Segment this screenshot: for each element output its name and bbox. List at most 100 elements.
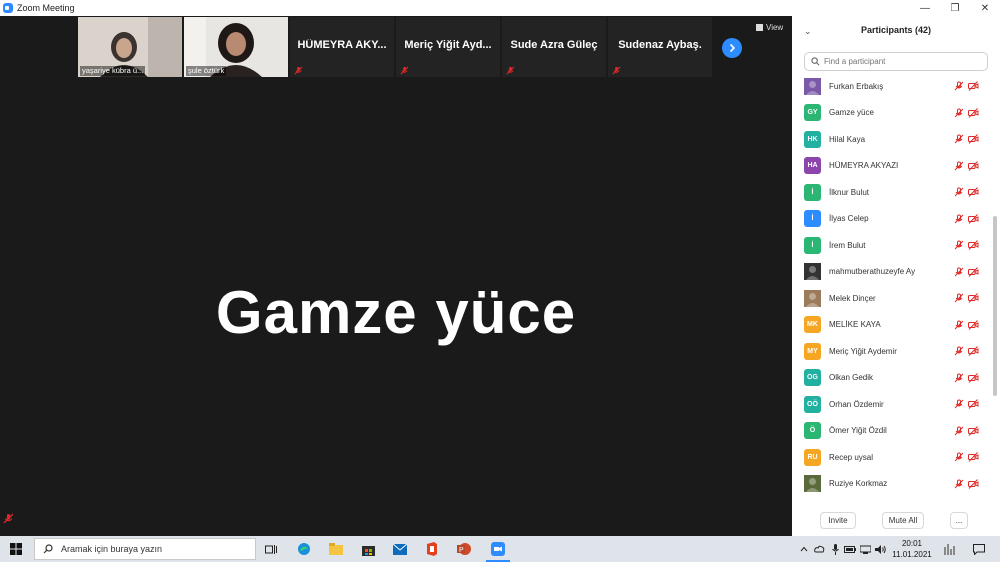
- mute-all-button[interactable]: Mute All: [882, 512, 924, 529]
- participant-row[interactable]: İ İrem Bulut: [792, 232, 992, 258]
- zoom-taskbar-icon[interactable]: [486, 536, 510, 562]
- avatar: MY: [804, 342, 821, 360]
- video-tile[interactable]: HÜMEYRA AKY...: [290, 17, 394, 77]
- mic-muted-icon[interactable]: [954, 373, 964, 383]
- search-input[interactable]: [824, 57, 974, 66]
- mic-muted-icon[interactable]: [954, 452, 964, 462]
- participant-row[interactable]: HA HÜMEYRA AKYAZI: [792, 153, 992, 179]
- chevron-up-icon[interactable]: [798, 536, 810, 562]
- invite-button[interactable]: Invite: [820, 512, 856, 529]
- restore-button[interactable]: ❐: [940, 0, 970, 16]
- video-off-icon[interactable]: [968, 399, 979, 409]
- video-off-icon[interactable]: [968, 425, 979, 436]
- video-off-icon[interactable]: [968, 266, 979, 277]
- mic-muted-icon[interactable]: [954, 81, 964, 91]
- mic-muted-icon[interactable]: [954, 240, 964, 250]
- activity-icon[interactable]: [940, 536, 960, 562]
- participant-row[interactable]: Melek Dinçer: [792, 285, 992, 311]
- video-off-icon[interactable]: [968, 107, 979, 118]
- video-off-icon[interactable]: [968, 372, 979, 383]
- mic-muted-icon[interactable]: [954, 161, 964, 171]
- cloud-icon[interactable]: [812, 536, 826, 562]
- microphone-icon[interactable]: [828, 536, 842, 562]
- participant-row[interactable]: OÖ Orhan Özdemir: [792, 391, 992, 417]
- participant-row[interactable]: HK Hilal Kaya: [792, 126, 992, 152]
- panel-scrollbar[interactable]: [993, 216, 997, 396]
- participant-row[interactable]: Ruziye Korkmaz: [792, 471, 992, 497]
- mail-icon[interactable]: [388, 536, 412, 562]
- search-icon: [43, 544, 53, 554]
- video-off-icon[interactable]: [968, 81, 979, 91]
- participant-row[interactable]: mahmutberathuzeyfe Ay: [792, 259, 992, 285]
- office-icon[interactable]: [420, 536, 444, 562]
- network-icon[interactable]: [858, 536, 872, 562]
- participant-name: Gamze yüce: [829, 108, 874, 117]
- next-page-button[interactable]: [722, 38, 742, 58]
- task-view-icon[interactable]: [260, 536, 282, 562]
- edge-browser-icon[interactable]: [292, 536, 316, 562]
- participant-row[interactable]: Furkan Erbakış: [792, 73, 992, 99]
- participant-row[interactable]: OG Olkan Gedik: [792, 365, 992, 391]
- participant-status-icons: [954, 372, 979, 383]
- start-button[interactable]: [4, 536, 28, 562]
- video-off-icon[interactable]: [968, 240, 979, 250]
- mic-muted-icon[interactable]: [954, 346, 964, 356]
- participant-row[interactable]: İ İlknur Bulut: [792, 179, 992, 205]
- mic-muted-icon[interactable]: [954, 187, 964, 197]
- video-tile[interactable]: şule öztürk: [184, 17, 288, 77]
- mic-muted-icon[interactable]: [954, 426, 964, 436]
- participant-name: Hilal Kaya: [829, 134, 866, 144]
- taskbar-search-placeholder: Aramak için buraya yazın: [61, 544, 163, 554]
- participant-search[interactable]: [804, 52, 988, 71]
- video-off-icon[interactable]: [968, 452, 979, 462]
- participant-row[interactable]: RU Recep uysal: [792, 444, 992, 470]
- volume-icon[interactable]: [873, 536, 887, 562]
- mic-muted-icon[interactable]: [954, 320, 964, 330]
- video-off-icon[interactable]: [968, 213, 979, 224]
- video-strip: yaşariye kübra ü... şule öztürk HÜMEYRA …: [78, 17, 712, 77]
- grid-view-icon: [756, 24, 763, 31]
- minimize-button[interactable]: —: [910, 0, 940, 16]
- participant-row[interactable]: MY Meriç Yiğit Aydemir: [792, 338, 992, 364]
- participants-panel: ⌄ Participants (42) Furkan ErbakışGYGamz…: [792, 16, 1000, 536]
- participant-row[interactable]: GY Gamze yüce: [792, 100, 992, 126]
- video-off-icon[interactable]: [968, 293, 979, 303]
- mic-muted-icon[interactable]: [954, 134, 964, 144]
- mic-muted-icon[interactable]: [954, 214, 964, 224]
- active-speaker-name: Gamze yüce: [215, 279, 577, 346]
- file-explorer-icon[interactable]: [324, 536, 348, 562]
- video-off-icon[interactable]: [968, 319, 979, 330]
- mic-muted-icon[interactable]: [954, 267, 964, 277]
- close-button[interactable]: ✕: [970, 0, 1000, 16]
- store-icon[interactable]: [356, 536, 380, 562]
- avatar: İ: [804, 210, 821, 227]
- mic-muted-icon[interactable]: [954, 399, 964, 409]
- battery-icon[interactable]: [843, 536, 857, 562]
- video-off-icon[interactable]: [968, 160, 979, 171]
- video-tile[interactable]: yaşariye kübra ü...: [78, 17, 182, 77]
- participant-row[interactable]: MK MELİKE KAYA: [792, 312, 992, 338]
- more-options-button[interactable]: ...: [950, 512, 968, 529]
- taskbar-search[interactable]: Aramak için buraya yazın: [34, 538, 256, 560]
- mic-muted-icon: [400, 66, 409, 75]
- video-off-icon[interactable]: [968, 187, 979, 197]
- mic-muted-icon[interactable]: [954, 293, 964, 303]
- meeting-area: yaşariye kübra ü... şule öztürk HÜMEYRA …: [0, 16, 792, 536]
- notification-center-icon[interactable]: [968, 536, 990, 562]
- tile-name-label: Sude Azra Güleç: [510, 39, 598, 51]
- video-tile[interactable]: Meriç Yiğit Ayd...: [396, 17, 500, 77]
- video-off-icon[interactable]: [968, 478, 979, 489]
- video-tile[interactable]: Sude Azra Güleç: [502, 17, 606, 77]
- avatar: HA: [804, 157, 821, 174]
- avatar: Ö: [804, 422, 821, 439]
- view-button[interactable]: View: [756, 23, 783, 32]
- taskbar-clock[interactable]: 20:01 11.01.2021: [890, 538, 934, 560]
- video-tile[interactable]: Sudenaz Aybaş.: [608, 17, 712, 77]
- video-off-icon[interactable]: [968, 346, 979, 356]
- mic-muted-icon[interactable]: [954, 479, 964, 489]
- mic-muted-icon[interactable]: [954, 108, 964, 118]
- powerpoint-icon[interactable]: P: [452, 536, 476, 562]
- participant-row[interactable]: İ İlyas Celep: [792, 206, 992, 232]
- video-off-icon[interactable]: [968, 134, 979, 144]
- participant-row[interactable]: Ö Ömer Yiğit Özdil: [792, 418, 992, 444]
